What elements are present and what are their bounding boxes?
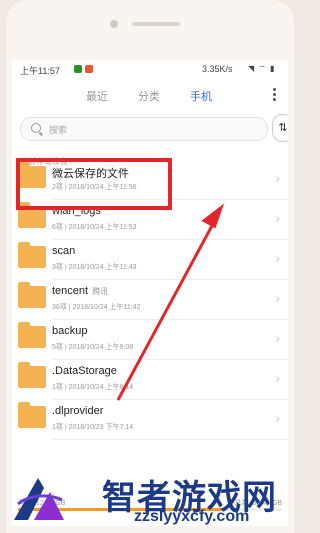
file-meta: 1项 | 2018/10/24 上午8:14: [52, 384, 134, 391]
file-meta: 36项 | 2018/10/24 上午11:42: [52, 304, 141, 311]
watermark-url: zzslyyxcfy.com: [134, 508, 250, 525]
tab-bar: 最近 分类 手机: [12, 82, 288, 112]
file-meta: 3项 | 2018/10/24 上午11:43: [52, 264, 137, 271]
screen: 上午11:57 3.35K/s ◥ ⌔ ▮ 最近 分类 手机 搜索 ⇅ 内部存储…: [12, 60, 288, 526]
status-bar: 上午11:57 3.35K/s ◥ ⌔ ▮: [12, 60, 288, 78]
earpiece: [132, 22, 180, 26]
tab-category[interactable]: 分类: [138, 88, 160, 104]
folder-icon: [18, 402, 46, 428]
list-item[interactable]: tencent 腾讯 36项 | 2018/10/24 上午11:42 ›: [12, 280, 288, 320]
file-meta: 5项 | 2018/10/24 上午9:08: [52, 344, 134, 351]
search-placeholder: 搜索: [49, 125, 68, 135]
file-meta: 6项 | 2018/10/24 上午11:53: [52, 224, 137, 231]
file-name: tencent 腾讯: [52, 285, 109, 297]
notification-icon: [74, 65, 82, 73]
file-meta: 1项 | 2018/10/23 下午7:14: [52, 424, 134, 431]
chevron-right-icon: ›: [275, 370, 280, 386]
highlight-box: [16, 158, 172, 210]
file-name: .DataStorage: [52, 365, 117, 377]
status-time: 上午11:57: [20, 66, 60, 76]
chevron-right-icon: ›: [275, 210, 280, 226]
divider: [52, 439, 288, 440]
file-name: backup: [52, 325, 88, 337]
list-item[interactable]: scan 3项 | 2018/10/24 上午11:43 ›: [12, 240, 288, 280]
search-icon: [31, 123, 41, 133]
file-tag: 腾讯: [92, 287, 109, 296]
notification-icon-2: [85, 65, 93, 73]
network-speed: 3.35K/s: [202, 64, 233, 74]
watermark-logo-icon: [14, 478, 64, 520]
folder-icon: [18, 282, 46, 308]
tab-recent[interactable]: 最近: [86, 88, 108, 104]
chevron-right-icon: ›: [275, 410, 280, 426]
list-item[interactable]: .DataStorage 1项 | 2018/10/24 上午8:14 ›: [12, 360, 288, 400]
tab-phone[interactable]: 手机: [190, 88, 212, 104]
more-menu-icon[interactable]: [273, 88, 276, 102]
watermark: 智者游戏网 zzslyyxcfy.com: [10, 470, 300, 530]
chevron-right-icon: ›: [275, 290, 280, 306]
search-input[interactable]: 搜索: [20, 117, 268, 141]
file-name: .dlprovider: [52, 405, 104, 417]
list-item[interactable]: .dlprovider 1项 | 2018/10/23 下午7:14 ›: [12, 400, 288, 440]
chevron-right-icon: ›: [275, 250, 280, 266]
folder-icon: [18, 242, 46, 268]
sort-button[interactable]: ⇅: [272, 114, 288, 142]
list-item[interactable]: backup 5项 | 2018/10/24 上午9:08 ›: [12, 320, 288, 360]
chevron-right-icon: ›: [275, 170, 280, 186]
signal-icon: ◥ ⌔ ▮: [248, 64, 276, 73]
folder-icon: [18, 362, 46, 388]
folder-icon: [18, 322, 46, 348]
front-camera: [110, 20, 118, 28]
file-name: scan: [52, 245, 76, 257]
chevron-right-icon: ›: [275, 330, 280, 346]
